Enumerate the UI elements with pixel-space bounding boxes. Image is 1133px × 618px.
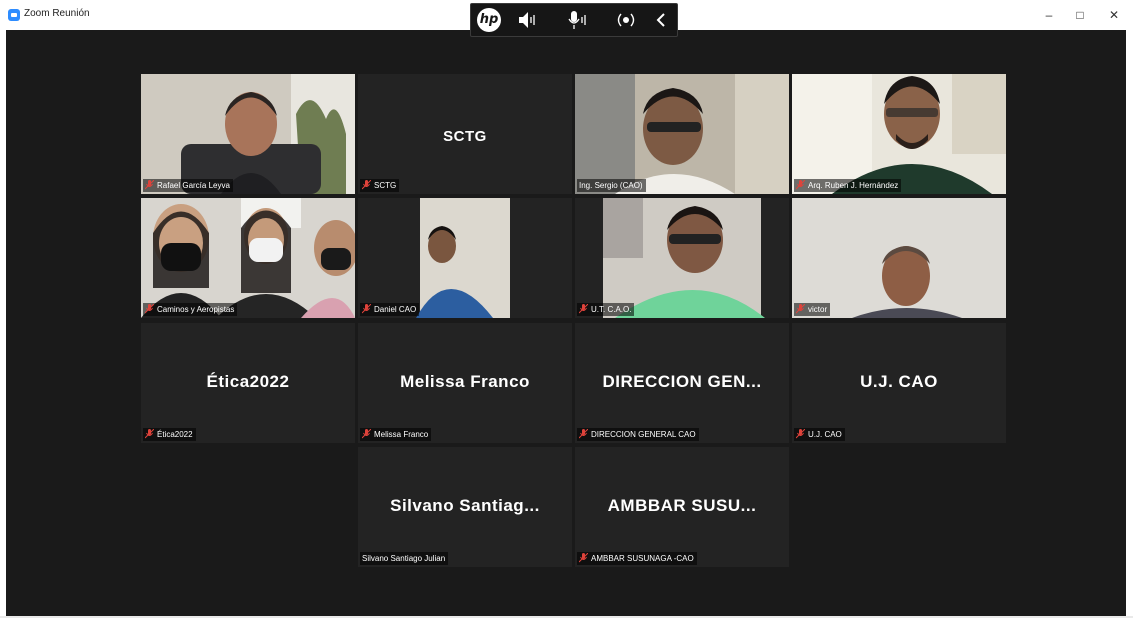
participant-tile[interactable]: Ética2022 Ética2022: [141, 323, 355, 443]
mic-muted-icon: [145, 303, 154, 314]
participant-name-label: U.J. CAO: [794, 428, 845, 441]
participant-name-label: Arq. Ruben J. Hernández: [794, 179, 902, 192]
mic-muted-icon: [796, 303, 805, 314]
participant-display-name: AMBBAR SUSU...: [607, 496, 757, 515]
participant-name-label: U.T. C.A.O.: [577, 303, 635, 316]
microphone-icon[interactable]: [567, 10, 589, 30]
window-title: Zoom Reunión: [24, 8, 90, 19]
participant-name-label: Melissa Franco: [360, 428, 432, 441]
mic-muted-icon: [145, 179, 154, 190]
participant-tile[interactable]: Melissa Franco Melissa Franco: [358, 323, 572, 443]
participant-name-label: victor: [794, 303, 831, 316]
video-feed: [792, 74, 1006, 194]
video-feed: [792, 198, 1006, 318]
participant-display-name: Silvano Santiag...: [390, 496, 540, 515]
mic-muted-icon: [362, 179, 371, 190]
participant-display-name: Ética2022: [206, 372, 290, 391]
participant-tile[interactable]: SCTG SCTG: [358, 74, 572, 194]
chevron-left-icon[interactable]: [651, 10, 673, 30]
participant-name-label: Ing. Sergio (CAO): [577, 179, 646, 192]
video-feed: [141, 198, 355, 318]
participant-name-label: Ética2022: [143, 428, 196, 441]
mic-muted-icon: [145, 428, 154, 439]
participant-tile[interactable]: Silvano Santiag... Silvano Santiago Juli…: [358, 447, 572, 567]
close-button[interactable]: ✕: [1103, 5, 1125, 25]
participant-tile[interactable]: DIRECCION GEN... DIRECCION GENERAL CAO: [575, 323, 789, 443]
mic-muted-icon: [796, 428, 805, 439]
participant-name-label: Daniel CAO: [360, 303, 420, 316]
mic-muted-icon: [579, 428, 588, 439]
hp-logo-icon: hp: [477, 8, 501, 32]
participant-display-name: SCTG: [443, 128, 487, 145]
mic-muted-icon: [579, 303, 588, 314]
participant-name-label: SCTG: [360, 179, 400, 192]
video-feed: [575, 74, 789, 194]
participant-tile[interactable]: Arq. Ruben J. Hernández: [792, 74, 1006, 194]
video-feed: [358, 198, 572, 318]
hp-audio-overlay: hp: [470, 3, 678, 37]
minimize-button[interactable]: –: [1038, 5, 1060, 25]
participant-tile[interactable]: AMBBAR SUSU... AMBBAR SUSUNAGA -CAO: [575, 447, 789, 567]
video-feed: [141, 74, 355, 194]
participant-display-name: U.J. CAO: [860, 372, 938, 391]
participant-display-name: DIRECCION GEN...: [602, 372, 762, 391]
mic-muted-icon: [579, 552, 588, 563]
participant-tile[interactable]: Daniel CAO: [358, 198, 572, 318]
participant-display-name: Melissa Franco: [400, 372, 530, 391]
participant-tile-active-speaker[interactable]: Ing. Sergio (CAO): [575, 74, 789, 194]
speaker-volume-icon[interactable]: [517, 10, 539, 30]
participant-tile[interactable]: U.T. C.A.O.: [575, 198, 789, 318]
mic-muted-icon: [796, 179, 805, 190]
participant-tile[interactable]: U.J. CAO U.J. CAO: [792, 323, 1006, 443]
participant-tile[interactable]: Caminos y Aeropistas: [141, 198, 355, 318]
noise-cancel-icon[interactable]: [615, 10, 637, 30]
mic-muted-icon: [362, 428, 371, 439]
mic-muted-icon: [362, 303, 371, 314]
participant-name-label: Silvano Santiago Julian: [360, 552, 449, 565]
gallery-view: Rafael García Leyva SCTG SCTG Ing. Sergi…: [6, 30, 1126, 616]
maximize-button[interactable]: □: [1069, 5, 1091, 25]
zoom-app-icon: [8, 9, 20, 21]
participant-name-label: Rafael García Leyva: [143, 179, 233, 192]
participant-tile[interactable]: victor: [792, 198, 1006, 318]
participant-tile[interactable]: Rafael García Leyva: [141, 74, 355, 194]
video-feed: [575, 198, 789, 318]
participant-name-label: AMBBAR SUSUNAGA -CAO: [577, 552, 697, 565]
participant-name-label: DIRECCION GENERAL CAO: [577, 428, 699, 441]
participant-name-label: Caminos y Aeropistas: [143, 303, 238, 316]
